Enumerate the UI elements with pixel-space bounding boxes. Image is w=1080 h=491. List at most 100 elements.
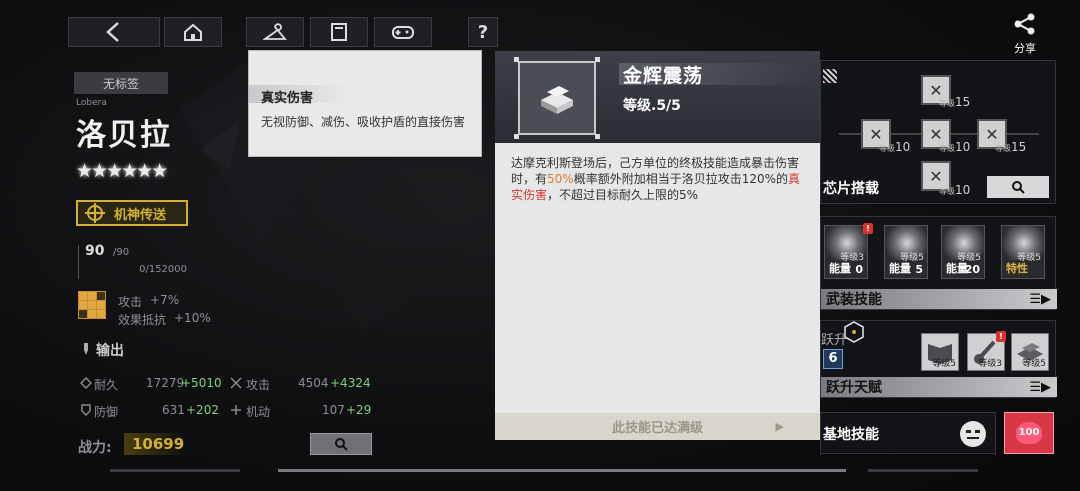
chip-level-left: 等级10 [879,140,911,154]
level-block: 90 /90 0/152000 [78,243,193,279]
stat-base-3: 107 [322,403,345,417]
mobility-icon [231,405,241,415]
weapon-skill-tile-3[interactable]: 等级5 能量 20 [941,225,985,279]
level-max: /90 [113,247,130,258]
skill-desc-percent: 50% [547,172,574,186]
weapon-skill-title: 武装技能 [826,292,882,308]
heart-badge: 100 [1016,422,1042,444]
stat-base-0: 17279 [146,376,185,390]
role-icon [84,343,88,355]
crosshair-icon [85,203,105,223]
weapon-skill-tile-2[interactable]: 等级5 能量 5 [884,225,928,279]
weapon-skill-panel: 等级3 能量 0 ! 等级5 能量 5 等级5 能量 20 等级5 特性 武装技能 ☰… [820,216,1057,310]
max-level-button[interactable]: 此技能已达满级 ▶ [495,413,820,440]
defense-icon [81,404,91,416]
game-button[interactable] [374,17,432,47]
skill-header: 金辉震荡 等级.5/5 [495,51,820,143]
share-icon [1014,13,1035,35]
help-button[interactable]: ? [468,17,498,47]
tag-button[interactable]: 无标签 [74,72,168,94]
base-skill-panel[interactable]: 基地技能 [820,412,996,454]
bonus-grid-icon [78,291,106,319]
skill-description: 达摩克利斯登场后，己方单位的终极技能造成暴击伤害时，有50%概率额外附加相当于洛… [511,155,807,203]
skill-desc-part-2: 概率额外附加相当于洛贝拉攻击120%的 [573,172,788,186]
mech-transfer-button[interactable]: 机神传送 [76,200,188,226]
power-label: 战力: [78,440,112,456]
ascend-panel: 跃升 6 等级5 等级3 ! 等级5 跃升天赋 ☰▶ [820,320,1057,398]
share-button[interactable]: 分享 [1008,12,1042,56]
home-button[interactable] [164,17,222,47]
ascend-count: 6 [823,349,843,369]
character-name: 洛贝拉 [76,118,172,153]
role-label: 输出 [96,343,124,359]
magnifier-icon [335,438,348,451]
chip-level-right: 等级15 [995,140,1027,154]
attack-icon [230,377,242,389]
weapon-skill-tile-1[interactable]: 等级3 能量 0 [824,225,868,279]
play-arrow-icon: ▶ [775,420,784,433]
max-level-label: 此技能已达满级 [611,421,703,436]
stat-label-3: 机动 [246,405,271,419]
ascend-talent-title: 跃升天赋 [826,380,882,396]
exp-value: 0/152000 [139,264,187,275]
stat-base-2: 631 [162,403,185,417]
alert-badge: ! [996,331,1006,342]
stat-label-0: 耐久 [94,378,119,392]
chip-level-top: 等级15 [939,95,971,109]
magnifier-icon [1012,181,1025,194]
skill-name: 金辉震荡 [623,65,704,87]
robot-face-icon [960,421,986,447]
book-icon [331,23,347,41]
level-value: 90 [85,243,105,259]
chip-level-center: 等级10 [939,140,971,154]
ascend-talent-bar[interactable]: 跃升天赋 ☰▶ [821,377,1057,397]
hanger-icon [263,23,287,40]
weapon-skill-tile-trait[interactable]: 等级5 特性 [1001,225,1045,279]
true-damage-tooltip: 真实伤害 无视防御、减伤、吸收护盾的直接伤害 [248,50,482,157]
chip-zoom-button[interactable] [987,176,1049,198]
mech-transfer-label: 机神传送 [114,207,167,223]
character-name-en: Lobera [76,98,107,108]
stat-bonus-3: +29 [346,403,372,417]
weapon-skill-bar[interactable]: 武装技能 ☰▶ [821,289,1057,309]
bonus-value-0: +7% [150,293,180,307]
affection-button[interactable]: 100 [1004,412,1054,454]
home-icon [184,23,202,41]
talent-tile-1[interactable]: 等级5 [921,333,959,371]
skill-icon [514,57,600,139]
alert-badge: ! [863,223,873,234]
durability-icon [80,377,92,389]
scroll-thumb[interactable] [278,469,846,472]
tooltip-desc: 无视防御、减伤、吸收护盾的直接伤害 [261,115,466,129]
ascend-hex-icon [844,321,864,343]
wardrobe-button[interactable] [246,17,304,47]
talent-tile-3[interactable]: 等级5 [1011,333,1049,371]
list-arrow-icon: ☰▶ [1029,291,1051,307]
stat-bonus-2: +202 [186,403,219,417]
detail-zoom-button[interactable] [310,433,372,455]
gamepad-icon [392,26,414,39]
power-value: 10699 [124,433,188,455]
bonus-label-1: 效果抵抗 [118,313,167,327]
star-rating: ★★★★★★ [76,160,168,182]
stat-base-1: 4504 [298,376,329,390]
skill-detail-panel: 金辉震荡 等级.5/5 达摩克利斯登场后，己方单位的终极技能造成暴击伤害时，有5… [495,51,820,440]
archive-button[interactable] [310,17,368,47]
back-button[interactable] [68,17,160,47]
bonus-label-0: 攻击 [118,295,143,309]
base-skill-title: 基地技能 [823,427,879,443]
stat-bonus-1: +4324 [330,376,371,390]
skill-desc-part-3: ，不超过目标耐久上限的5% [547,188,699,202]
help-icon: ? [477,21,489,43]
scroll-track-left [110,469,240,472]
chip-title: 芯片搭载 [823,181,879,197]
chip-level-bottom: 等级10 [939,183,971,197]
stat-label-2: 防御 [94,405,119,419]
chevron-left-icon [106,22,119,42]
list-arrow-icon: ☰▶ [1029,379,1051,395]
bonus-value-1: +10% [174,311,211,325]
share-label: 分享 [1014,42,1036,55]
stat-bonus-0: +5010 [181,376,222,390]
skill-level: 等级.5/5 [623,98,681,114]
stat-label-1: 攻击 [246,378,271,392]
